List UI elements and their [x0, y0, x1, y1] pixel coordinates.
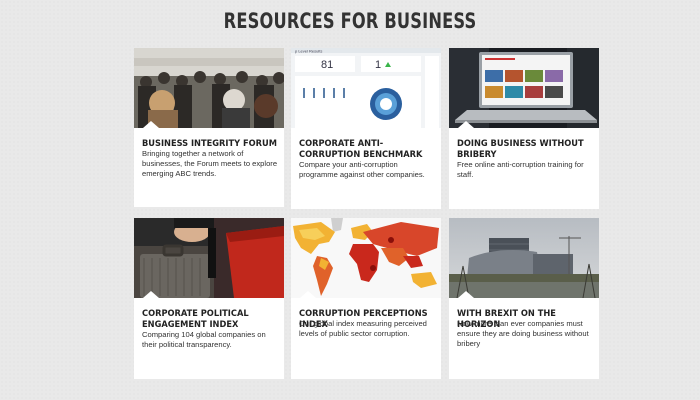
resource-card-anti-corruption-benchmark[interactable]: p Level Results 81 1 Corporate Anti-Corr… — [291, 48, 441, 209]
resource-card-political-engagement-index[interactable]: Corporate Political Engagement Index Com… — [134, 218, 284, 379]
resource-card-corruption-perceptions-index[interactable]: Corruption Perceptions Index Our global … — [291, 218, 441, 379]
card-description: Free online anti-corruption training for… — [457, 160, 584, 179]
eu-parliament-image — [449, 218, 599, 298]
card-description: Now more than ever companies must ensure… — [457, 319, 589, 348]
resource-card-business-integrity-forum[interactable]: Business Integrity Forum Bringing togeth… — [134, 48, 284, 207]
page-title: RESOURCES FOR BUSINESS — [223, 9, 477, 33]
briefcase-handover-image — [134, 218, 284, 298]
card-description: Bringing together a network of businesse… — [142, 149, 278, 178]
conference-audience-image — [134, 48, 284, 128]
benchmark-dashboard-image: p Level Results 81 1 — [291, 48, 441, 128]
card-title[interactable]: Corporate Anti-Corruption Benchmark — [299, 138, 437, 160]
card-title[interactable]: Business Integrity Forum — [142, 138, 280, 149]
card-title[interactable]: Doing Business Without Bribery — [457, 138, 595, 160]
dashboard-stat-b: 1 — [375, 59, 381, 71]
laptop-image — [449, 48, 599, 128]
resource-card-brexit-on-the-horizon[interactable]: With Brexit on the Horizon Now more than… — [449, 218, 599, 379]
world-map-heatmap-image — [291, 218, 441, 298]
card-description: Comparing 104 global companies on their … — [142, 330, 266, 349]
dashboard-heading: p Level Results — [295, 48, 322, 53]
card-description: Compare your anti-corruption programme a… — [299, 160, 425, 179]
card-title[interactable]: Corporate Political Engagement Index — [142, 308, 280, 330]
resource-card-doing-business-without-bribery[interactable]: Doing Business Without Bribery Free onli… — [449, 48, 599, 209]
dashboard-stat-a: 81 — [321, 59, 333, 71]
card-description: Our global index measuring perceived lev… — [299, 319, 427, 338]
